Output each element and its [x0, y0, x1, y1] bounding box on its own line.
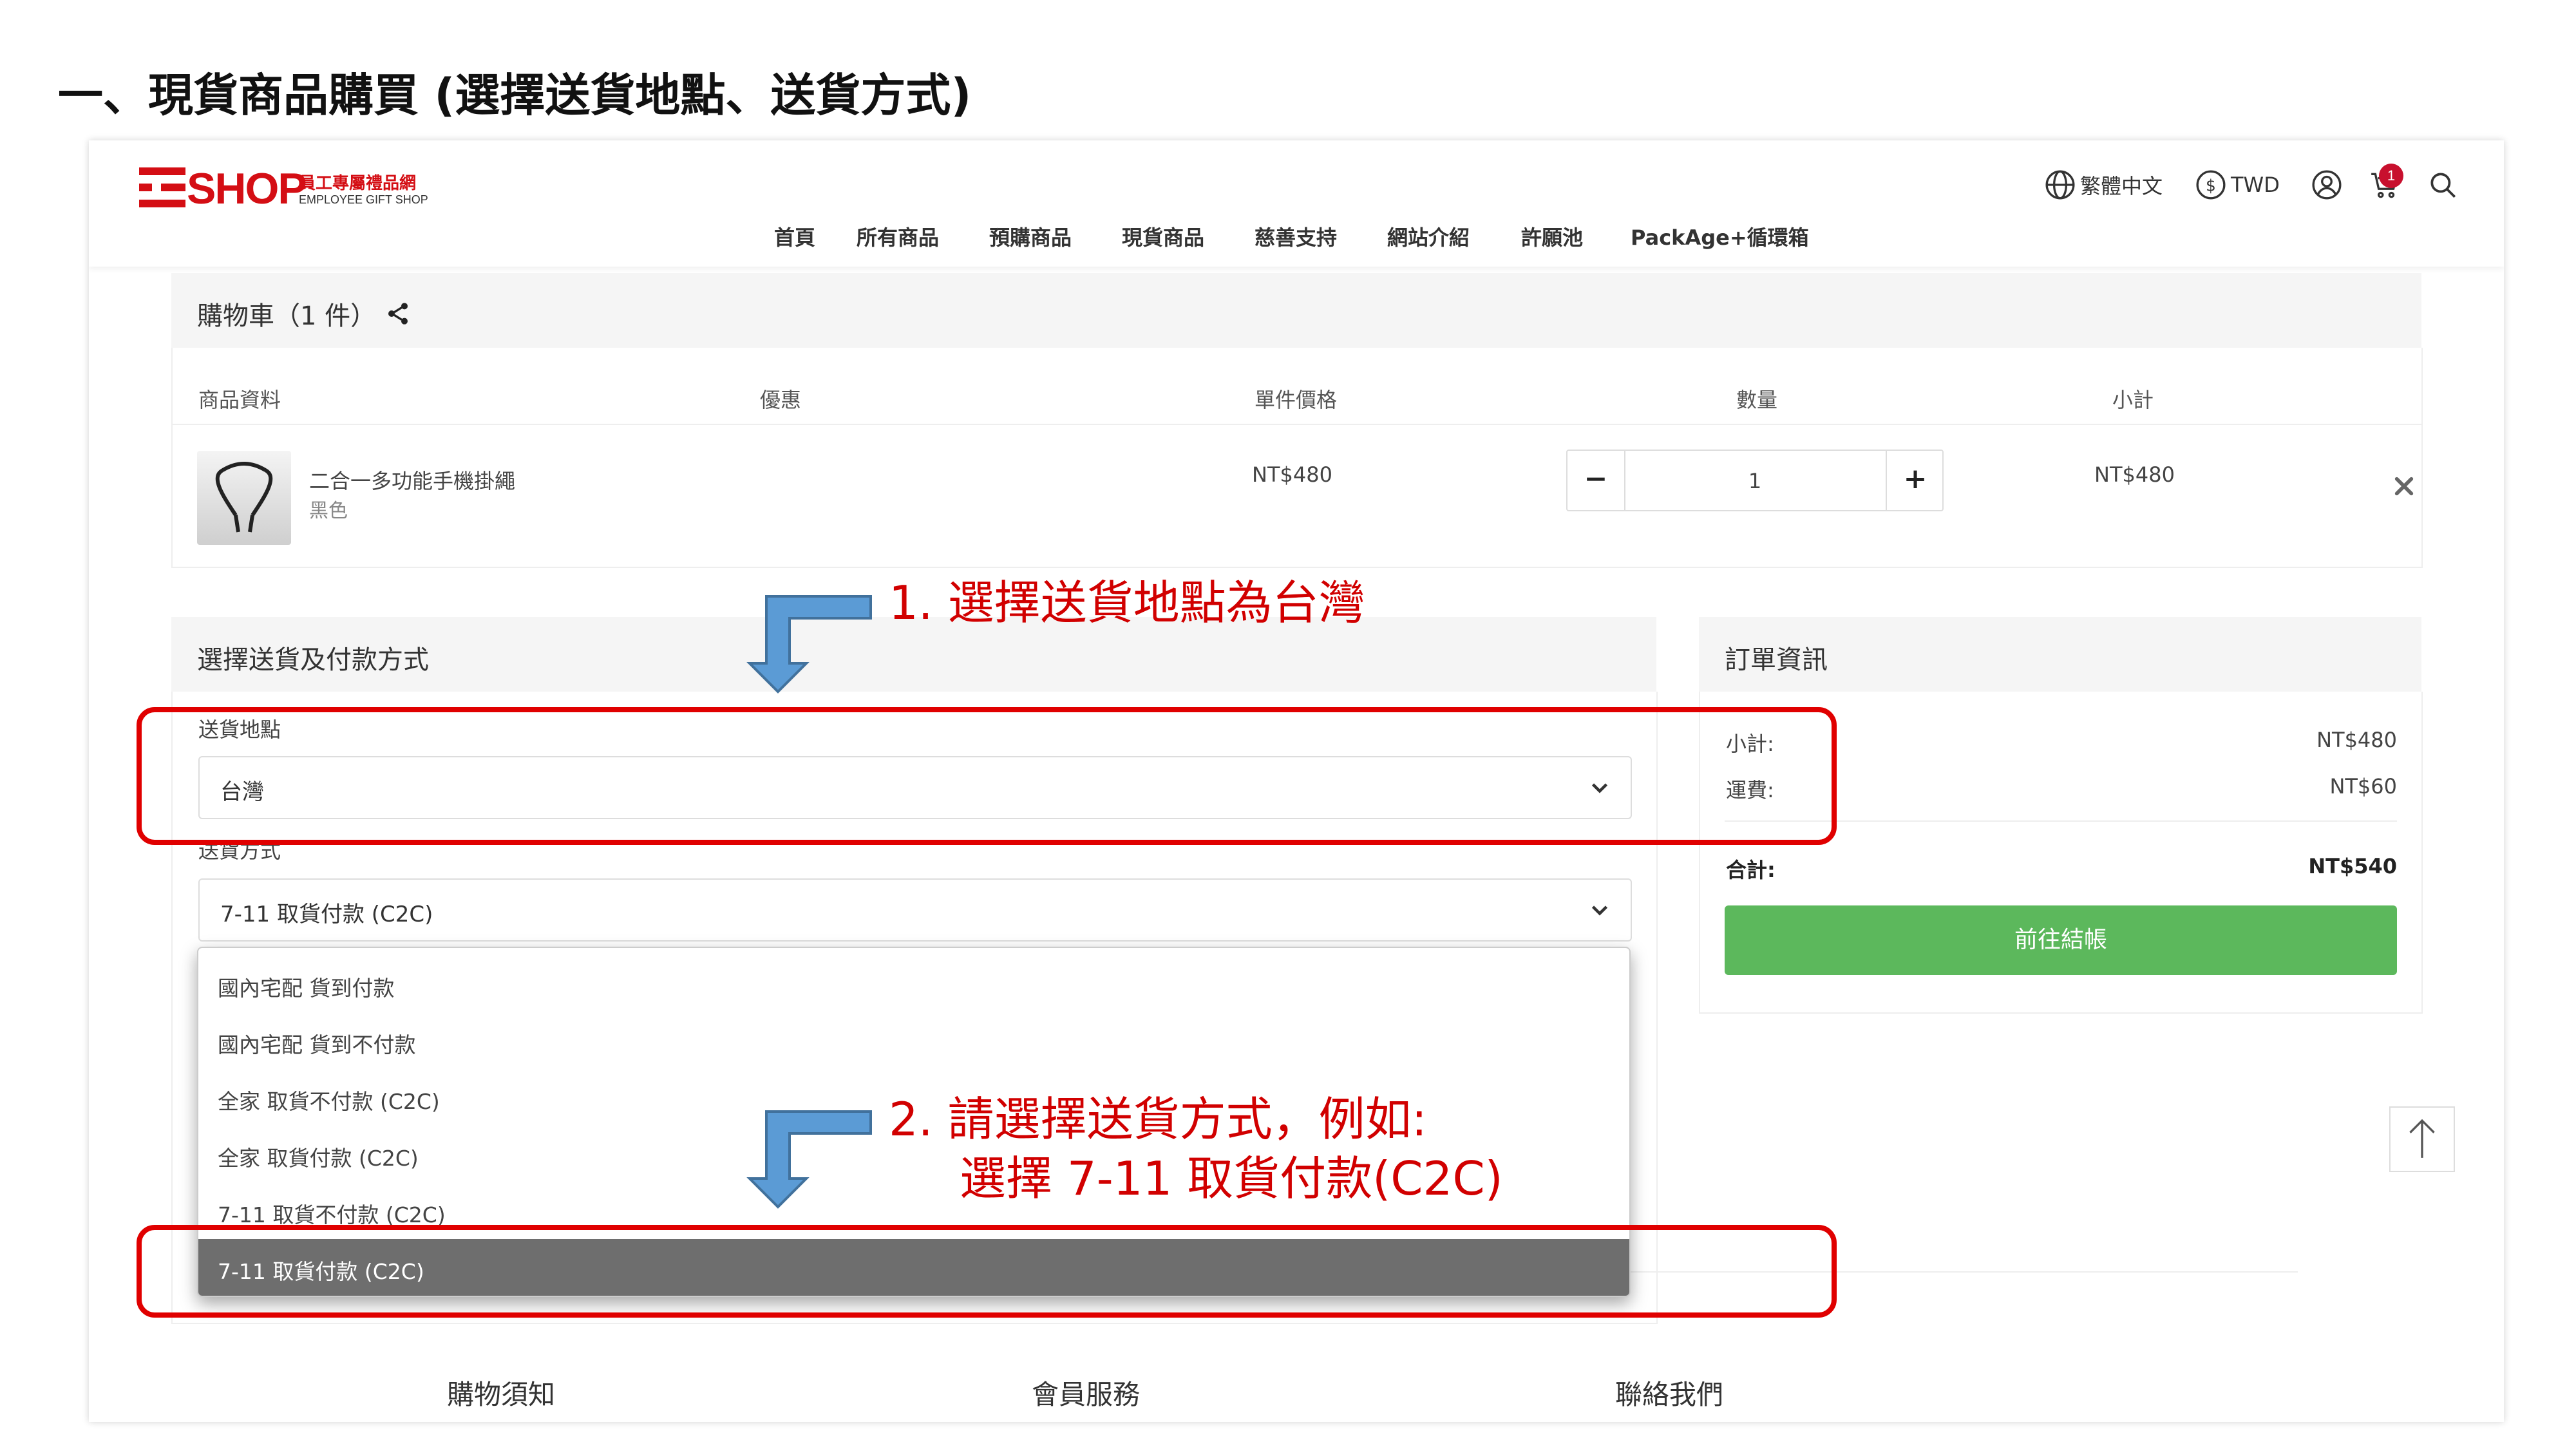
- product-variant: 黑色: [309, 500, 348, 522]
- checkout-button[interactable]: 前往結帳: [1725, 905, 2397, 975]
- arrow-down-icon: [746, 595, 872, 694]
- svg-text:$: $: [2206, 176, 2216, 194]
- total-value: NT$540: [2308, 854, 2397, 878]
- annotation-step1: 1. 選擇送貨地點為台灣: [889, 576, 1365, 630]
- language-selector[interactable]: 繁體中文: [2044, 169, 2163, 201]
- nav-home[interactable]: 首頁: [774, 222, 815, 251]
- cart-header: 購物車（1 件）: [171, 273, 2421, 348]
- quantity-stepper: − 1 +: [1566, 450, 1944, 511]
- user-icon: [2312, 170, 2342, 200]
- product-name[interactable]: 二合一多功能手機掛繩: [309, 465, 515, 495]
- annotation-step2-line2: 選擇 7-11 取貨付款(C2C): [960, 1151, 1503, 1206]
- footer-member-service[interactable]: 會員服務: [1032, 1373, 1140, 1412]
- lanyard-image: [215, 462, 273, 533]
- cart-title: 購物車（1 件）: [197, 301, 377, 331]
- currency-selector[interactable]: $ TWD: [2195, 169, 2280, 201]
- option-label: 全家 取貨付款 (C2C): [218, 1146, 419, 1171]
- search-icon: [2430, 173, 2456, 198]
- close-icon: [2394, 477, 2414, 496]
- option-label: 國內宅配 貨到不付款: [218, 1032, 416, 1057]
- nav-in-stock[interactable]: 現貨商品: [1122, 222, 1204, 251]
- option-label: 國內宅配 貨到付款: [218, 976, 395, 1001]
- subtotal-value: NT$480: [2316, 728, 2397, 752]
- cart-table: 商品資料 優惠 單件價格 數量 小計 二合一多功能手機掛繩 黑色 NT$480 …: [171, 348, 2423, 568]
- column-unit-price: 單件價格: [1255, 388, 1338, 412]
- logo-mark-icon: [139, 167, 185, 207]
- annotation-step2-line1: 2. 請選擇送貨方式，例如:: [889, 1092, 1427, 1146]
- option-label: 全家 取貨不付款 (C2C): [218, 1089, 440, 1114]
- footer-shopping-guide[interactable]: 購物須知: [447, 1373, 555, 1412]
- order-title: 訂單資訊: [1725, 645, 1828, 675]
- back-to-top-button[interactable]: [2389, 1106, 2455, 1172]
- arrow-down-icon: [746, 1110, 872, 1209]
- remove-item-button[interactable]: [2393, 475, 2415, 500]
- account-button[interactable]: [2311, 169, 2343, 204]
- shipping-fee-value: NT$60: [2329, 774, 2397, 799]
- slide-heading: 一、現貨商品購買 (選擇送貨地點、送貨方式): [58, 69, 972, 122]
- globe-icon: [2045, 170, 2075, 200]
- logo-chinese: 員工專屬禮品網: [299, 174, 417, 193]
- column-product: 商品資料: [198, 388, 281, 412]
- product-thumbnail[interactable]: [197, 451, 291, 545]
- nav-wishlist[interactable]: 許願池: [1521, 222, 1583, 251]
- method-value: 7-11 取貨付款 (C2C): [220, 902, 433, 927]
- chevron-down-icon: [1591, 905, 1608, 916]
- site-header: SHOP 員工專屬禮品網 EMPLOYEE GIFT SHOP 首頁 所有商品 …: [89, 140, 2504, 267]
- dollar-icon: $: [2196, 170, 2226, 200]
- total-label: 合計:: [1726, 858, 1776, 882]
- quantity-increase-button[interactable]: +: [1886, 451, 1944, 510]
- highlight-selected-option: [137, 1225, 1837, 1318]
- share-icon[interactable]: [385, 301, 411, 327]
- column-discount: 優惠: [760, 388, 802, 412]
- method-option[interactable]: 國內宅配 貨到付款: [198, 956, 1629, 1012]
- header-divider: [173, 424, 2421, 425]
- footer-contact[interactable]: 聯絡我們: [1615, 1373, 1723, 1412]
- cart-title-wrap: 購物車（1 件）: [197, 295, 411, 332]
- highlight-location: [137, 707, 1837, 845]
- currency-label: TWD: [2231, 173, 2280, 197]
- nav-package[interactable]: PackAge+循環箱: [1631, 222, 1809, 251]
- shipping-title: 選擇送貨及付款方式: [197, 645, 429, 675]
- option-label: 7-11 取貨不付款 (C2C): [218, 1202, 446, 1227]
- column-subtotal: 小計: [2112, 388, 2154, 412]
- nav-preorder[interactable]: 預購商品: [989, 222, 1072, 251]
- language-label: 繁體中文: [2080, 174, 2163, 198]
- method-option[interactable]: 國內宅配 貨到不付款: [198, 1012, 1629, 1069]
- order-header: 訂單資訊: [1699, 617, 2421, 692]
- search-button[interactable]: [2427, 169, 2459, 204]
- quantity-decrease-button[interactable]: −: [1567, 451, 1625, 510]
- nav-about[interactable]: 網站介紹: [1387, 222, 1470, 251]
- quantity-input[interactable]: 1: [1624, 469, 1886, 493]
- arrow-up-icon: [2409, 1119, 2435, 1158]
- logo-wordmark: SHOP: [187, 164, 307, 213]
- column-quantity: 數量: [1736, 388, 1778, 412]
- unit-price: NT$480: [1252, 462, 1332, 487]
- cart-count-badge: 1: [2379, 164, 2403, 188]
- nav-all-products[interactable]: 所有商品: [857, 222, 939, 251]
- method-select[interactable]: 7-11 取貨付款 (C2C): [198, 878, 1632, 942]
- item-subtotal: NT$480: [2094, 462, 2175, 487]
- nav-charity[interactable]: 慈善支持: [1255, 222, 1337, 251]
- logo-english: EMPLOYEE GIFT SHOP: [299, 193, 428, 206]
